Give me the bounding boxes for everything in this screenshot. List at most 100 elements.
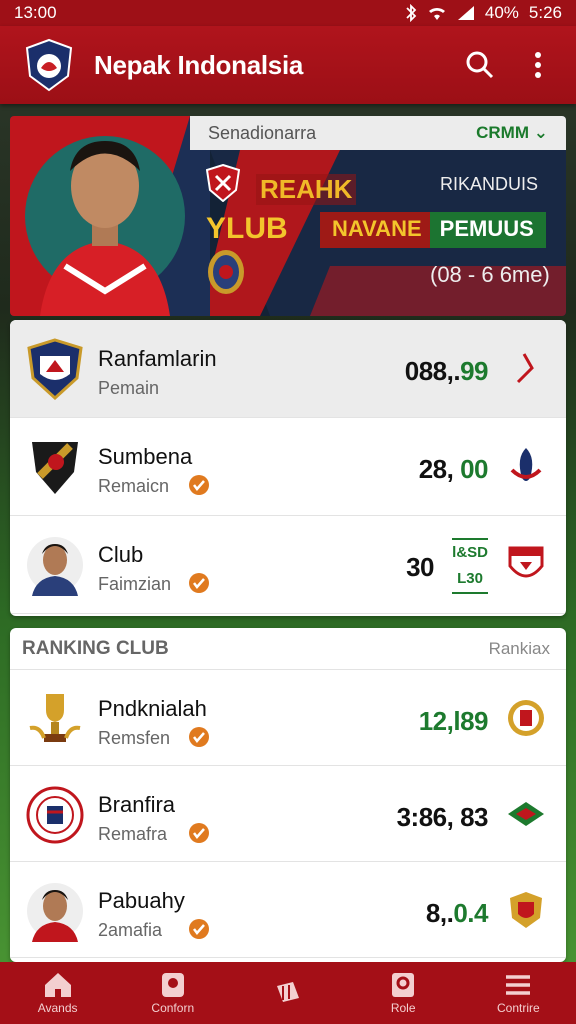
cards-icon — [276, 982, 299, 1002]
nav-conforn[interactable]: Conforn — [123, 971, 223, 1015]
club-crest-icon — [510, 892, 542, 928]
value-green: 00 — [460, 454, 488, 484]
list-item[interactable]: Club Faimzian 30 l&SD L30 — [10, 516, 566, 614]
trophy-icon — [29, 694, 81, 742]
value-main: 28, — [418, 454, 461, 484]
list-item[interactable]: Pabuahy 2amafia 8,.0.4 — [10, 862, 566, 958]
club-value: 12,l89 — [418, 706, 489, 737]
nav-label: Conforn — [151, 1001, 195, 1015]
hero-ribbon: NAVANE PEMUUS — [320, 212, 546, 248]
wifi-icon — [428, 7, 445, 21]
battery-level: 40% — [484, 3, 519, 22]
signal-icon — [457, 6, 474, 20]
nav-role[interactable]: Role — [353, 971, 453, 1015]
bottom-navigation: Avands Conforn Role Contrire — [0, 962, 576, 1024]
player-role: Faimzian — [98, 574, 172, 594]
list-item[interactable]: Pndknialah Remsfen 12,l89 — [10, 670, 566, 766]
club-shield-icon — [27, 338, 83, 400]
list-item[interactable]: Ranfamlarin Pemain 088,.99 — [10, 320, 566, 418]
value-main: 8,. — [425, 898, 454, 928]
verified-badge-icon — [189, 919, 209, 939]
club-emblem-icon — [508, 802, 544, 826]
nav-label: Contrire — [497, 1001, 540, 1015]
player-value: 30 — [406, 552, 434, 582]
chevron-down-icon: ⌄ — [533, 123, 548, 142]
player-avatar — [27, 883, 83, 942]
section-link[interactable]: Rankiax — [489, 639, 550, 659]
more-options-button[interactable] — [518, 45, 558, 85]
club-value: 3:86, 83 — [396, 802, 489, 833]
nav-home[interactable]: Avands — [8, 971, 108, 1015]
player-name: Sumbena — [98, 444, 193, 469]
club-role: 2amafia — [98, 920, 163, 940]
nav-label: Role — [390, 1001, 416, 1015]
club-name: Pabuahy — [98, 888, 185, 913]
status-clock-right: 5:26 — [528, 3, 562, 22]
value-green: 12,l89 — [418, 706, 489, 736]
player-list: Ranfamlarin Pemain 088,.99 Sumbena Remai… — [10, 320, 566, 616]
club-shield-icon — [508, 546, 544, 578]
hero-dropdown[interactable]: CRMM ⌄ — [476, 123, 548, 143]
verified-badge-icon — [189, 573, 209, 593]
mini-stat: l&SD L30 — [452, 538, 488, 594]
club-role: Remsfen — [98, 728, 171, 748]
player-avatar — [27, 537, 83, 596]
club-crest-icon — [508, 700, 544, 736]
ranking-club-list: RANKING CLUB Rankiax Pndknialah Remsfen … — [10, 628, 566, 962]
nav-menu[interactable]: Contrire — [468, 971, 568, 1015]
status-bar: 13:00 40% 5:26 — [0, 0, 576, 26]
hero-heading: REAHK — [256, 174, 357, 205]
badge-icon — [161, 973, 184, 997]
app-title: Nepak Indonalsia — [94, 49, 304, 80]
mini-stat-top: l&SD — [452, 544, 488, 561]
hero-banner[interactable]: Senadionarra CRMM ⌄ REAHK RIKANDUIS YLUB… — [10, 116, 566, 316]
nav-cards[interactable] — [238, 978, 338, 1008]
player-role: Pemain — [98, 378, 160, 398]
hero-ribbon-left: NAVANE — [320, 212, 430, 248]
search-button[interactable] — [460, 45, 500, 85]
status-time: 13:00 — [14, 3, 57, 22]
value-green: 99 — [460, 356, 488, 386]
player-portrait — [10, 116, 210, 316]
more-vert-icon — [535, 52, 541, 78]
app-logo — [25, 38, 73, 92]
hero-subtitle: Senadionarra — [208, 122, 317, 143]
hero-ribbon-right: PEMUUS — [429, 212, 546, 248]
section-header: RANKING CLUB Rankiax — [10, 628, 566, 670]
verified-badge-icon — [189, 823, 209, 843]
bluetooth-icon — [406, 4, 417, 22]
hero-header: Senadionarra CRMM ⌄ — [190, 116, 566, 150]
player-value: 088,.99 — [404, 356, 489, 387]
club-logo-icon — [26, 786, 84, 844]
club-name: Pndknialah — [98, 696, 207, 721]
player-name: Ranfamlarin — [98, 346, 217, 371]
club-shield-icon — [206, 164, 240, 202]
club-badge-icon — [32, 442, 78, 494]
club-role: Remafra — [98, 824, 168, 844]
player-name: Club — [98, 542, 144, 567]
section-title: RANKING CLUB — [22, 637, 169, 659]
value-main: 3:86, 83 — [396, 802, 489, 832]
player-role: Remaicn — [98, 476, 170, 496]
player-value: 28, 00 — [418, 454, 489, 485]
club-value: 8,.0.4 — [425, 898, 489, 929]
search-icon — [466, 51, 494, 79]
club-emblem-icon — [510, 448, 542, 481]
list-item[interactable]: Sumbena Remaicn 28, 00 — [10, 418, 566, 516]
club-name: Branfira — [98, 792, 176, 817]
list-item[interactable]: Branfira Remafra 3:86, 83 — [10, 766, 566, 862]
value-green: 0.4 — [453, 898, 488, 928]
menu-icon — [506, 975, 531, 995]
verified-badge-icon — [189, 727, 209, 747]
chevron-right-icon[interactable] — [506, 348, 546, 388]
hero-club-label: YLUB — [206, 212, 288, 245]
home-icon — [44, 973, 71, 997]
nav-label: Avands — [37, 1001, 78, 1015]
club-crest-icon — [208, 250, 244, 294]
profile-card-icon — [392, 973, 415, 997]
hero-dropdown-label: CRMM — [476, 123, 530, 142]
hero-date-range: (08 - 6 6me) — [430, 262, 550, 287]
hero-label-right: RIKANDUIS — [440, 174, 539, 194]
app-bar: Nepak Indonalsia — [0, 26, 576, 104]
value-main: 088,. — [404, 356, 461, 386]
